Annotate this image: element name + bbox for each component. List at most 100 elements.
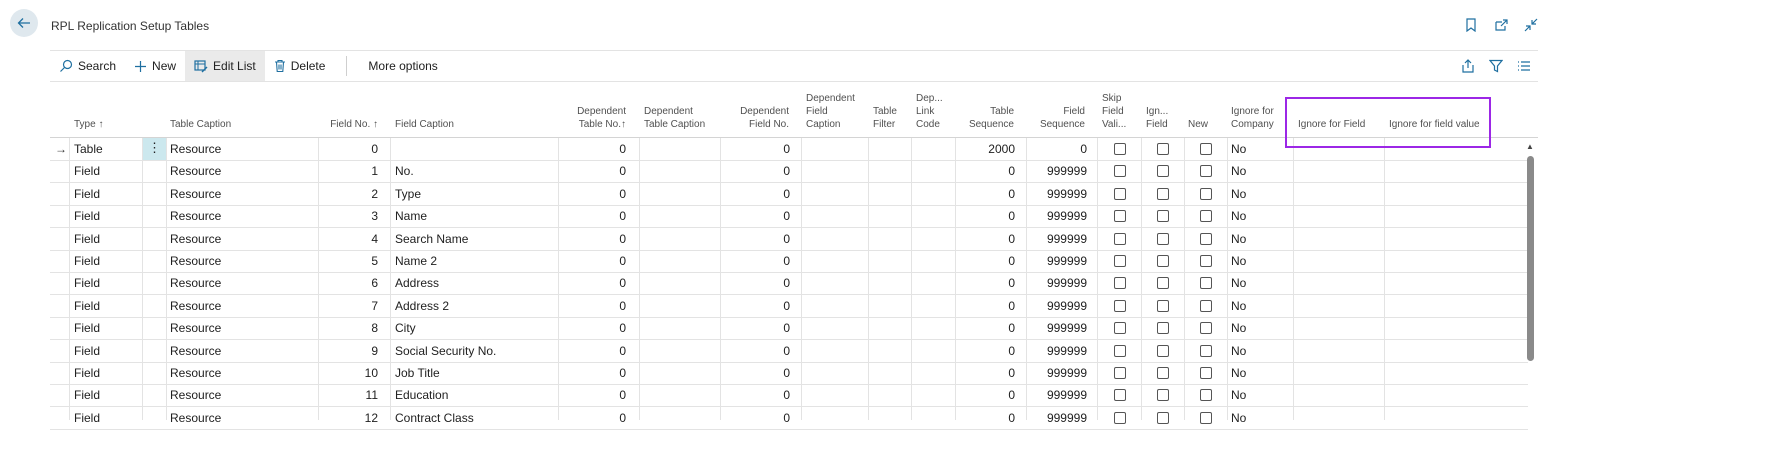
delete-button[interactable]: Delete [265,51,335,81]
cell-dep-field-no[interactable]: 0 [724,340,790,362]
cell-table-sequence[interactable]: 0 [959,160,1015,182]
cell-field-no[interactable]: 12 [322,407,378,429]
cell-type[interactable]: Table [74,138,140,160]
cell-ignore-for-company[interactable]: No [1231,183,1289,205]
ignore-field-checkbox[interactable] [1157,367,1169,379]
ignore-field-checkbox[interactable] [1157,389,1169,401]
cell-ignore-for-company[interactable]: No [1231,317,1289,339]
cell-field-no[interactable]: 2 [322,183,378,205]
col-header-dep-field-caption[interactable]: Dependent Field Caption [806,92,855,131]
cell-dep-table-no[interactable]: 0 [562,384,626,406]
table-row[interactable]: Field Resource 12 Contract Class 0 0 0 999999 No [50,407,1528,430]
ignore-field-checkbox[interactable] [1157,188,1169,200]
new-checkbox[interactable] [1200,233,1212,245]
cell-field-sequence[interactable]: 999999 [1030,362,1087,384]
cell-field-no[interactable]: 8 [322,317,378,339]
cell-table-sequence[interactable]: 0 [959,384,1015,406]
cell-dep-table-no[interactable]: 0 [562,317,626,339]
skip-field-validation-checkbox[interactable] [1114,255,1126,267]
new-checkbox[interactable] [1200,188,1212,200]
open-new-window-icon[interactable] [1493,17,1509,33]
cell-ignore-for-company[interactable]: No [1231,250,1289,272]
col-header-new[interactable]: New [1188,118,1208,131]
cell-type[interactable]: Field [74,317,140,339]
cell-ignore-for-company[interactable]: No [1231,160,1289,182]
cell-dep-field-no[interactable]: 0 [724,228,790,250]
cell-dep-table-no[interactable]: 0 [562,228,626,250]
ignore-field-checkbox[interactable] [1157,143,1169,155]
cell-table-caption[interactable]: Resource [170,295,316,317]
cell-field-no[interactable]: 6 [322,272,378,294]
cell-field-sequence[interactable]: 0 [1030,138,1087,160]
cell-dep-field-no[interactable]: 0 [724,160,790,182]
new-checkbox[interactable] [1200,165,1212,177]
new-checkbox[interactable] [1200,367,1212,379]
cell-field-caption[interactable]: Education [395,384,555,406]
cell-field-no[interactable]: 9 [322,340,378,362]
cell-field-sequence[interactable]: 999999 [1030,407,1087,429]
skip-field-validation-checkbox[interactable] [1114,412,1126,424]
cell-table-sequence[interactable]: 0 [959,317,1015,339]
cell-table-sequence[interactable]: 2000 [959,138,1015,160]
cell-type[interactable]: Field [74,183,140,205]
cell-field-sequence[interactable]: 999999 [1030,384,1087,406]
table-row[interactable]: Field Resource 11 Education 0 0 0 999999 No [50,384,1528,407]
cell-field-sequence[interactable]: 999999 [1030,295,1087,317]
cell-type[interactable]: Field [74,272,140,294]
back-button[interactable] [10,9,38,37]
table-row[interactable]: Field Resource 2 Type 0 0 0 999999 No [50,183,1528,206]
cell-field-sequence[interactable]: 999999 [1030,340,1087,362]
col-header-field-caption[interactable]: Field Caption [395,118,454,131]
cell-field-no[interactable]: 3 [322,205,378,227]
cell-dep-table-no[interactable]: 0 [562,183,626,205]
cell-table-sequence[interactable]: 0 [959,250,1015,272]
table-row[interactable]: Field Resource 7 Address 2 0 0 0 999999 No [50,295,1528,318]
cell-field-caption[interactable]: Address [395,272,555,294]
cell-table-sequence[interactable]: 0 [959,295,1015,317]
skip-field-validation-checkbox[interactable] [1114,322,1126,334]
scroll-up-arrow[interactable]: ▲ [1524,141,1536,153]
cell-dep-field-no[interactable]: 0 [724,250,790,272]
cell-field-no[interactable]: 4 [322,228,378,250]
col-header-dep-table-caption[interactable]: Dependent Table Caption [644,105,705,131]
table-row[interactable]: Field Resource 4 Search Name 0 0 0 999999 No [50,228,1528,251]
cell-field-no[interactable]: 5 [322,250,378,272]
ignore-field-checkbox[interactable] [1157,233,1169,245]
edit-list-button[interactable]: Edit List [185,51,265,81]
cell-field-sequence[interactable]: 999999 [1030,272,1087,294]
skip-field-validation-checkbox[interactable] [1114,188,1126,200]
search-button[interactable]: Search [50,51,125,81]
cell-field-sequence[interactable]: 999999 [1030,205,1087,227]
cell-field-no[interactable]: 0 [322,138,378,160]
col-header-field-no[interactable]: Field No. ↑ [330,118,378,131]
skip-field-validation-checkbox[interactable] [1114,277,1126,289]
skip-field-validation-checkbox[interactable] [1114,300,1126,312]
cell-field-caption[interactable]: City [395,317,555,339]
skip-field-validation-checkbox[interactable] [1114,345,1126,357]
cell-dep-field-no[interactable]: 0 [724,317,790,339]
cell-dep-table-no[interactable]: 0 [562,362,626,384]
cell-field-sequence[interactable]: 999999 [1030,317,1087,339]
cell-ignore-for-company[interactable]: No [1231,138,1289,160]
cell-ignore-for-company[interactable]: No [1231,205,1289,227]
cell-field-no[interactable]: 1 [322,160,378,182]
col-header-skip-field-validation[interactable]: Skip Field Vali... [1102,92,1126,131]
new-checkbox[interactable] [1200,143,1212,155]
cell-dep-field-no[interactable]: 0 [724,205,790,227]
cell-type[interactable]: Field [74,362,140,384]
col-header-ignore-for-company[interactable]: Ignore for Company [1231,105,1274,131]
cell-ignore-for-company[interactable]: No [1231,384,1289,406]
cell-dep-table-no[interactable]: 0 [562,340,626,362]
cell-type[interactable]: Field [74,205,140,227]
list-view-icon[interactable] [1516,58,1532,74]
col-header-type[interactable]: Type ↑ [74,118,103,131]
ignore-field-checkbox[interactable] [1157,300,1169,312]
table-row[interactable]: Field Resource 3 Name 0 0 0 999999 No [50,205,1528,228]
cell-ignore-for-company[interactable]: No [1231,228,1289,250]
cell-table-caption[interactable]: Resource [170,362,316,384]
cell-dep-table-no[interactable]: 0 [562,205,626,227]
col-header-dep-link-code[interactable]: Dep... Link Code [916,92,943,131]
table-row[interactable]: Field Resource 1 No. 0 0 0 999999 No [50,160,1528,183]
skip-field-validation-checkbox[interactable] [1114,367,1126,379]
cell-field-sequence[interactable]: 999999 [1030,228,1087,250]
